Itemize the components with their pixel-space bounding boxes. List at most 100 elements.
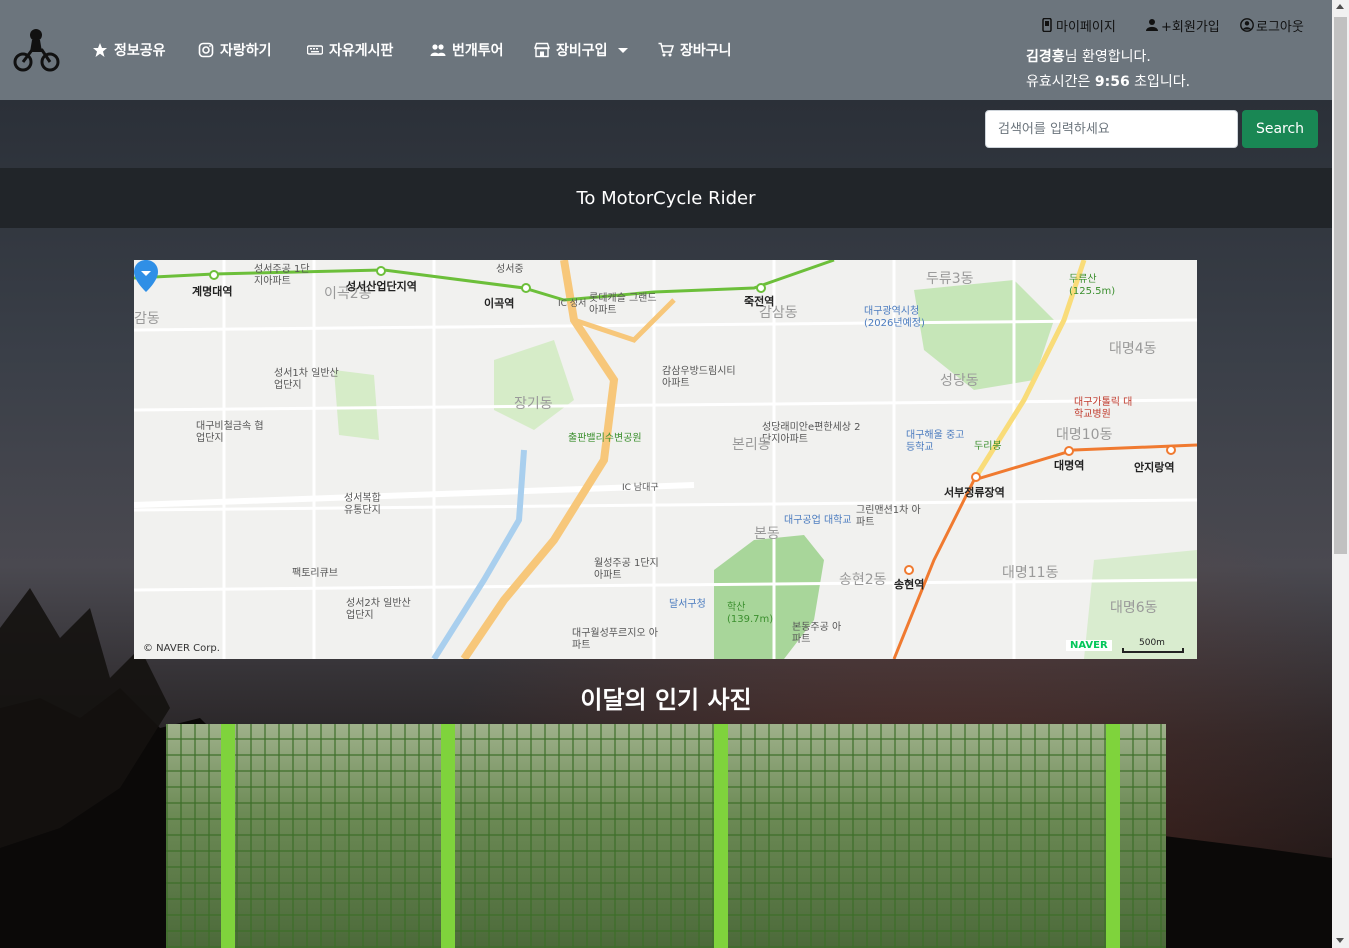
map-scale-label: 500m [1139,638,1165,648]
map-label: 성당래미안e편한세상 2단지아파트 [762,422,861,445]
map-label: IC 남대구 [622,483,659,493]
chevron-down-icon [617,47,628,53]
map-label: 성서1차 일반산업단지 [274,368,339,391]
welcome-message: 김경흥님 환영합니다. [1026,46,1151,66]
mypage-link[interactable]: 마이페이지 [1040,14,1116,36]
search-button[interactable]: Search [1242,110,1318,148]
signup-label: +회원가입 [1161,19,1220,35]
map-label: 서부정류장역 [944,486,1005,499]
map-label: 달서구청 [669,599,706,610]
map-label: 그린맨션1차 아파트 [856,505,921,528]
map-label: 감동 [134,311,160,327]
nav-gear-shop-dropdown[interactable]: 장비구입 [534,38,628,62]
map-label: 성서산업단지역 [346,280,417,293]
cart-icon [658,42,674,57]
nav-brag[interactable]: 자랑하기 [198,38,272,62]
fence-post [714,724,728,948]
map-label: 계명대역 [192,285,233,298]
nav-cart[interactable]: 장바구니 [658,38,732,62]
map-label: 대명역 [1054,459,1085,472]
location-pin-icon[interactable] [134,260,158,292]
map-label: 성서주공 1단지아파트 [254,264,310,287]
fence-post [441,724,455,948]
map-label: 성서2차 일반산업단지 [346,598,411,621]
map-label: 안지랑역 [1134,461,1175,474]
map-label: 송현2동 [839,572,887,588]
shop-icon [534,42,550,58]
popular-photo-title: 이달의 인기 사진 [580,686,752,714]
nav-label: 자랑하기 [220,43,272,59]
instagram-icon [198,42,214,58]
map-label: 성서중 [496,264,524,275]
people-icon [430,44,446,56]
nav-label: 장비구입 [556,43,608,59]
map-label: 팩토리큐브 [292,568,338,579]
timer-suffix: 초입니다. [1129,74,1191,90]
popular-photo[interactable] [166,724,1166,948]
session-timer: 유효시간은 9:56 초입니다. [1026,71,1190,91]
map-label: 본동 [754,526,780,542]
map-label: 본동주공 아파트 [792,622,842,645]
map-label: 송현역 [894,578,925,591]
map-label: 두류산 (125.5m) [1069,274,1116,297]
nav-flash-tour[interactable]: 번개투어 [430,38,504,62]
map-label: 감삼우방드림시티 아파트 [662,366,736,389]
map-label: 대구비철금속 협업단지 [196,421,264,444]
map-label: 성당동 [940,373,979,389]
map-label: 대명6동 [1110,600,1158,616]
map-label: 장기동 [514,396,553,412]
nav-label: 정보공유 [114,43,166,59]
signup-link[interactable]: +회원가입 [1145,14,1220,36]
welcome-suffix: 님 환영합니다. [1064,49,1151,65]
search-input[interactable] [985,110,1238,148]
scroll-up-arrow-icon[interactable] [1336,4,1344,9]
map-label: 본리동 [732,437,771,453]
map-label: 성서복합 유통단지 [344,493,381,516]
map-label: 월성주공 1단지아파트 [594,558,659,581]
fence-post [1106,724,1120,948]
nav-label: 번개투어 [452,43,504,59]
map-label: 대명11동 [1002,565,1059,581]
map-label: 이곡역 [484,297,515,310]
map-label: 대명10동 [1056,427,1113,443]
page-title-band: To MotorCycle Rider [0,168,1332,228]
star-icon [93,43,107,57]
map-label: 대구광역시청 (2026년예정) [864,306,925,329]
map-label: 대구공업 대학교 [784,515,852,526]
map-label: 출판밸리수변공원 [568,433,642,444]
map-label: 학산 (139.7m) [727,602,774,625]
map-credit: © NAVER Corp. [143,643,220,654]
scrollbar-thumb[interactable] [1334,17,1347,554]
person-icon [1146,19,1158,31]
map-label: 두리봉 [974,441,1002,452]
motorcycle-logo[interactable] [12,26,60,74]
nav-free-board[interactable]: 자유게시판 [307,38,393,62]
map-label: 대구해울 중고등학교 [906,430,965,453]
mypage-label: 마이페이지 [1056,19,1116,35]
scroll-down-arrow-icon[interactable] [1336,938,1344,943]
timer-value: 9:56 [1094,74,1130,90]
map-label: 두류3동 [926,271,974,287]
fence-post [221,724,235,948]
map-label: 대구월성푸르지오 아파트 [572,628,658,651]
map-widget[interactable]: 계명대역 성서주공 1단지아파트 이곡2동 성서산업단지역 이곡역 IC 성서 … [134,260,1197,659]
top-navbar: 정보공유 자랑하기 자유게시판 번개투어 장비구입 장바구니 마이페이지 +회원… [0,0,1332,100]
map-label: 대명4동 [1109,341,1157,357]
nav-label: 장바구니 [680,43,732,59]
map-label: IC 성서 [558,299,587,309]
phone-icon [1042,18,1052,32]
timer-prefix: 유효시간은 [1026,74,1095,90]
nav-info-share[interactable]: 정보공유 [92,38,166,62]
map-label: 대구가톨릭 대학교병원 [1074,397,1133,420]
map-label: 감삼동 [759,305,798,321]
username: 김경흥 [1026,49,1065,65]
user-circle-icon [1240,18,1254,32]
logout-label: 로그아웃 [1256,19,1304,35]
nav-label: 자유게시판 [329,43,394,59]
logout-link[interactable]: 로그아웃 [1240,14,1304,36]
map-roads [134,260,1197,659]
naver-logo: NAVER [1066,640,1112,651]
map-label: 롯데캐슬 그랜드아파트 [589,293,657,316]
map-scale-bar [1122,648,1184,653]
page-title: To MotorCycle Rider [576,187,756,209]
